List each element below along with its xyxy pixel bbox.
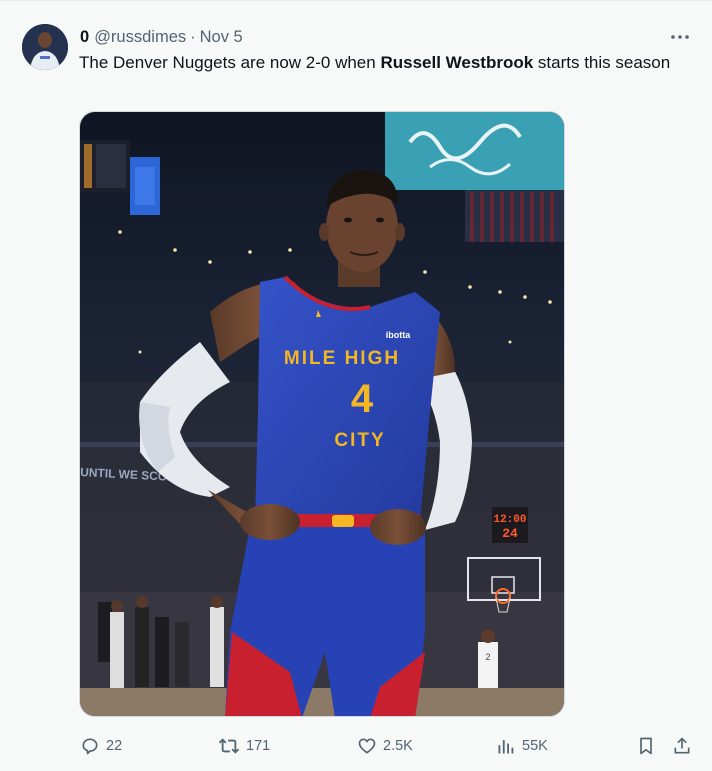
bookmark-button[interactable] [636, 734, 656, 758]
jersey-sponsor: ibotta [386, 330, 411, 340]
views-button[interactable]: 55K [496, 734, 548, 758]
tweet-text: The Denver Nuggets are now 2-0 when Russ… [79, 51, 679, 74]
bookmark-icon [640, 737, 652, 755]
reply-icon [82, 738, 98, 755]
repost-count: 171 [246, 738, 271, 754]
shot-clock: 12:00 24 [492, 507, 528, 543]
tweet-actions: 22 171 2.5K 55K [0, 734, 712, 758]
timestamp[interactable]: Nov 5 [200, 28, 243, 47]
background-player-number: 2 [485, 652, 490, 662]
display-name[interactable]: 0 [80, 28, 89, 47]
tweet-header: 0 @russdimes · Nov 5 [80, 27, 243, 47]
more-icon [671, 35, 689, 39]
tweet-text-part: The Denver Nuggets are now 2-0 when [79, 53, 381, 72]
tweet-text-mention[interactable]: Russell Westbrook [380, 53, 533, 72]
shot-clock-seconds: 24 [502, 526, 518, 541]
jersey-bottom-lettering: CITY [334, 430, 385, 451]
reply-count: 22 [106, 738, 123, 754]
arena-banner [385, 112, 564, 190]
repost-button[interactable]: 171 [218, 734, 270, 758]
tweet-text-part-end: starts this season [533, 53, 671, 72]
like-count: 2.5K [383, 738, 413, 754]
avatar[interactable] [22, 24, 68, 70]
views-icon [498, 740, 514, 754]
repost-icon [218, 738, 240, 754]
user-handle[interactable]: @russdimes [94, 28, 186, 47]
views-count: 55K [522, 738, 548, 754]
like-button[interactable]: 2.5K [357, 734, 413, 758]
tweet-photo[interactable]: UNTIL WE SCORE 12:00 24 2 MILE HIGH 4 CI… [79, 111, 565, 717]
tweet: 0 @russdimes · Nov 5 The Denver Nuggets … [0, 0, 712, 771]
shot-clock-time: 12:00 [493, 514, 526, 526]
jersey-top-lettering: MILE HIGH [284, 348, 400, 369]
reply-button[interactable]: 22 [80, 734, 122, 758]
like-icon [358, 738, 376, 754]
share-icon [674, 737, 690, 754]
separator: · [190, 27, 196, 46]
jersey-number: 4 [351, 377, 374, 421]
share-button[interactable] [672, 734, 692, 758]
more-button[interactable] [670, 27, 690, 47]
